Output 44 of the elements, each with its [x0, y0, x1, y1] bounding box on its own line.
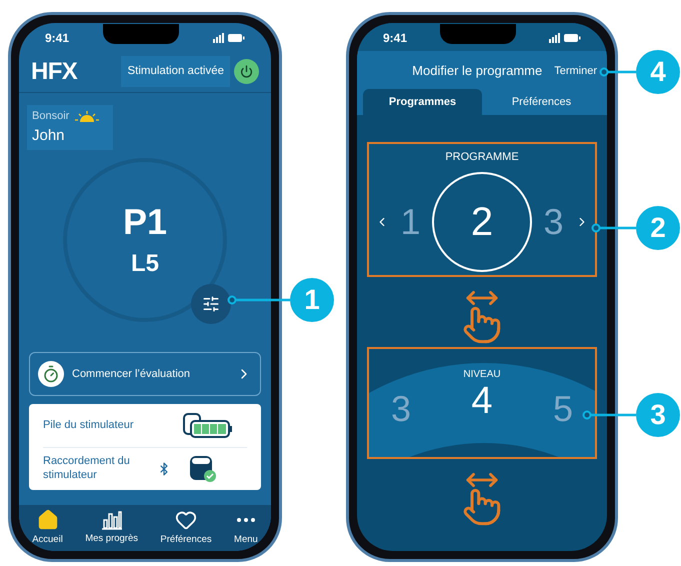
- power-button[interactable]: [234, 59, 259, 84]
- option-value[interactable]: 3: [543, 194, 564, 248]
- nav-tab[interactable]: Mes progrès: [85, 510, 138, 546]
- done-button[interactable]: Terminer: [554, 62, 597, 80]
- callout-number: 3: [636, 393, 680, 437]
- status-time: 9:41: [383, 30, 408, 47]
- selected-value[interactable]: 2: [432, 172, 532, 272]
- program-code: P1: [122, 204, 168, 240]
- option-value[interactable]: 1: [400, 194, 421, 248]
- status-label: Raccordement du stimulateur: [43, 455, 131, 483]
- sun-icon: [73, 110, 102, 123]
- callout-number: 1: [290, 278, 334, 322]
- tab[interactable]: Préférences: [482, 89, 601, 115]
- signal-battery-icon: [549, 33, 581, 43]
- greeting-text: Bonsoir: [32, 109, 70, 124]
- evaluation-button[interactable]: Commencer l’évaluation: [29, 352, 261, 396]
- callout-number: 4: [636, 50, 680, 94]
- heart-icon: [175, 508, 198, 531]
- more-icon: [236, 518, 255, 522]
- status-label: Pile du stimulateur: [43, 418, 134, 432]
- nav-tab[interactable]: Préférences: [160, 508, 212, 548]
- status-time: 9:41: [45, 30, 70, 47]
- signal-battery-icon: [213, 33, 245, 43]
- leader-line: [599, 67, 636, 77]
- picker-title: NIVEAU: [463, 368, 501, 382]
- home-icon: [36, 508, 58, 531]
- stimulator-connected-drawing: [189, 455, 217, 483]
- app-logo: HFX: [31, 56, 78, 86]
- user-name: John: [32, 126, 66, 146]
- leader-line: [227, 295, 290, 305]
- callout-number: 2: [636, 206, 680, 250]
- nav-tab[interactable]: Menu: [234, 508, 258, 548]
- stimulation-status: Stimulation activée: [121, 56, 230, 88]
- settings-sliders-icon: [202, 295, 220, 313]
- screen-title: Modifier le programme: [412, 62, 542, 80]
- power-icon: [240, 65, 253, 78]
- level-code: L5: [130, 252, 159, 276]
- bar-chart-icon: [100, 510, 123, 530]
- picker-title: PROGRAMME: [445, 150, 519, 165]
- stimulator-battery-drawing: [183, 412, 233, 438]
- nav-tab[interactable]: Accueil: [32, 508, 63, 548]
- tab[interactable]: Programmes: [363, 89, 482, 115]
- settings-button[interactable]: [191, 284, 231, 324]
- stopwatch-icon: [38, 361, 64, 387]
